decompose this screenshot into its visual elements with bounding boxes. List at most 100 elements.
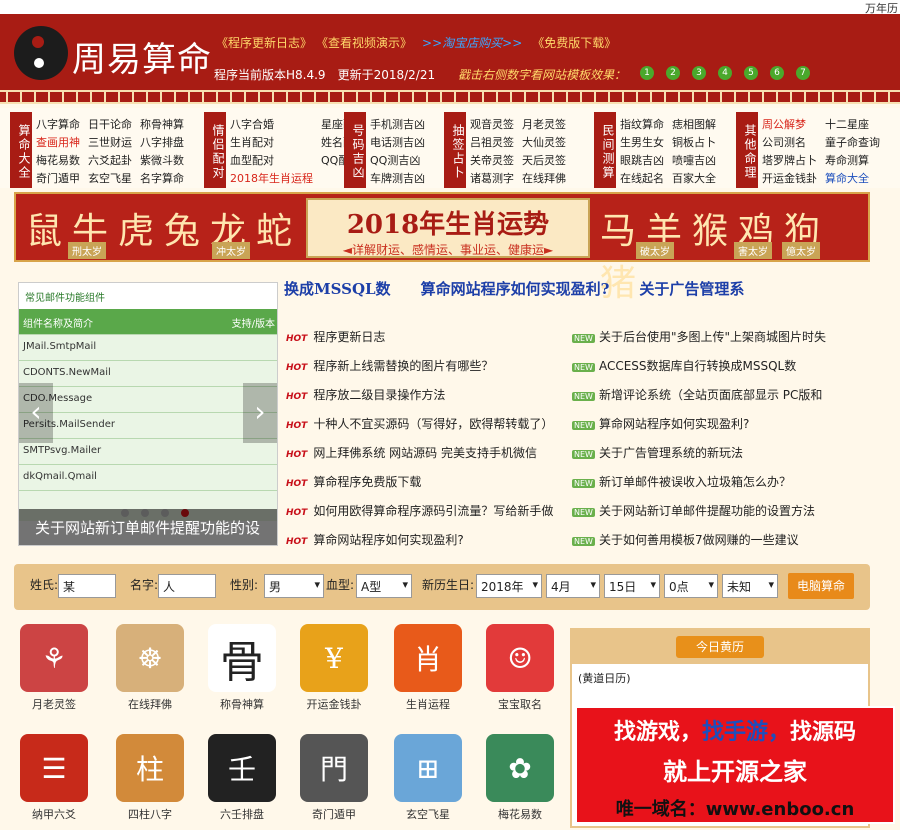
nav-link[interactable]: 寿命测算 bbox=[825, 152, 880, 168]
nav-link[interactable]: 奇门遁甲 bbox=[36, 170, 80, 186]
nav-link[interactable]: 铜板占卜 bbox=[672, 134, 716, 150]
ad-banner[interactable]: 找游戏，找手游，找源码 就上开源之家 唯一域名：www.enboo.cn bbox=[575, 706, 895, 824]
hour-select[interactable]: 0点 bbox=[664, 574, 718, 598]
template-dot-2[interactable]: 2 bbox=[666, 66, 680, 80]
list-item[interactable]: HOT 十种人不宜买源码（写得好，欧得帮转载了） bbox=[286, 415, 558, 444]
nav-link[interactable]: 关帝灵签 bbox=[470, 152, 514, 168]
submit-button[interactable]: 电脑算命 bbox=[788, 573, 854, 599]
template-dot-3[interactable]: 3 bbox=[692, 66, 706, 80]
nav-link[interactable]: 算命大全 bbox=[825, 170, 880, 186]
nav-link[interactable]: 眼跳吉凶 bbox=[620, 152, 664, 168]
list-item[interactable]: NEW 关于网站新订单邮件提醒功能的设置方法 bbox=[572, 502, 872, 531]
nav-link[interactable]: 天后灵签 bbox=[522, 152, 566, 168]
video-demo-link[interactable]: 《查看视频演示》 bbox=[322, 36, 412, 50]
nav-link[interactable]: 童子命查询 bbox=[825, 134, 880, 150]
template-dot-1[interactable]: 1 bbox=[640, 66, 654, 80]
nav-link[interactable]: 八字算命 bbox=[36, 116, 80, 132]
nav-link[interactable]: 查画用神 bbox=[36, 134, 80, 150]
nav-link[interactable]: 十二星座 bbox=[825, 116, 880, 132]
marquee-link[interactable]: 算命网站程序如何实现盈利? bbox=[421, 280, 610, 298]
app-yuelao[interactable]: ⚘ 月老灵签 bbox=[14, 624, 94, 720]
app-meihua[interactable]: ✿ 梅花易数 bbox=[480, 734, 560, 830]
app-najia[interactable]: ☰ 纳甲六爻 bbox=[14, 734, 94, 830]
nav-link[interactable]: 吕祖灵签 bbox=[470, 134, 514, 150]
zodiac-banner[interactable]: 鼠牛虎兔龙蛇 马羊猴鸡狗猪 2018年生肖运势 ◄详解财运、感情运、事业运、健康… bbox=[14, 192, 870, 304]
nav-link[interactable]: 指纹算命 bbox=[620, 116, 664, 132]
list-item[interactable]: NEW 算命网站程序如何实现盈利? bbox=[572, 415, 872, 444]
nav-link[interactable]: 生肖配对 bbox=[230, 134, 313, 150]
app-sizhu[interactable]: 柱四柱八字 bbox=[110, 734, 190, 830]
nav-link[interactable]: 三世财运 bbox=[88, 134, 132, 150]
app-liuren[interactable]: 壬六壬排盘 bbox=[202, 734, 282, 830]
nav-link[interactable]: 月老灵签 bbox=[522, 116, 566, 132]
logo[interactable]: 周易算命 bbox=[14, 22, 214, 86]
taobao-link[interactable]: >>淘宝店购买>> bbox=[422, 36, 522, 50]
marquee-link[interactable]: 关于广告管理系 bbox=[639, 280, 744, 298]
nav-link[interactable]: 观音灵签 bbox=[470, 116, 514, 132]
nav-link[interactable]: 在线拜佛 bbox=[522, 170, 566, 186]
nav-link[interactable]: 在线起名 bbox=[620, 170, 664, 186]
template-dot-7[interactable]: 7 bbox=[796, 66, 810, 80]
gender-select[interactable]: 男 bbox=[264, 574, 324, 598]
image-slider[interactable]: 常见邮件功能组件 组件名称及简介 支持/版本 JMail.SmtpMail CDO… bbox=[18, 282, 278, 546]
nav-link[interactable]: 血型配对 bbox=[230, 152, 313, 168]
slider-next-button[interactable]: › bbox=[243, 383, 277, 443]
app-qimen[interactable]: 門奇门遁甲 bbox=[294, 734, 374, 830]
nav-link[interactable]: 诸葛测字 bbox=[470, 170, 514, 186]
nav-link[interactable]: 大仙灵签 bbox=[522, 134, 566, 150]
blood-select[interactable]: A型 bbox=[356, 574, 412, 598]
list-item[interactable]: HOT 程序放二级目录操作方法 bbox=[286, 386, 558, 415]
template-dot-6[interactable]: 6 bbox=[770, 66, 784, 80]
nav-link[interactable]: 称骨神算 bbox=[140, 116, 184, 132]
list-item[interactable]: NEW 关于如何善用模板7做网赚的一些建议 bbox=[572, 531, 872, 560]
changelog-link[interactable]: 《程序更新日志》 bbox=[216, 36, 312, 50]
list-item[interactable]: HOT 程序新上线需替换的图片有哪些？ bbox=[286, 357, 558, 386]
name-input[interactable]: 人 bbox=[158, 574, 216, 598]
list-item[interactable]: HOT 程序更新日志 bbox=[286, 328, 558, 357]
nav-link[interactable]: 电话测吉凶 bbox=[370, 134, 425, 150]
app-shengxiao[interactable]: 肖生肖运程 bbox=[388, 624, 468, 720]
list-item[interactable]: HOT 算命程序免费版下载 bbox=[286, 473, 558, 502]
list-item[interactable]: HOT 如何用欧得算命程序源码引流量？写给新手做 bbox=[286, 502, 558, 531]
nav-link[interactable]: 生男生女 bbox=[620, 134, 664, 150]
nav-link[interactable]: 喷嚏吉凶 bbox=[672, 152, 716, 168]
list-item[interactable]: NEW 新订单邮件被误收入垃圾箱怎么办？ bbox=[572, 473, 872, 502]
nav-link[interactable]: 日干论命 bbox=[88, 116, 132, 132]
nav-link[interactable]: 手机测吉凶 bbox=[370, 116, 425, 132]
nav-link[interactable]: 车牌测吉凶 bbox=[370, 170, 425, 186]
template-dot-4[interactable]: 4 bbox=[718, 66, 732, 80]
nav-link[interactable]: 六爻起卦 bbox=[88, 152, 132, 168]
day-select[interactable]: 15日 bbox=[604, 574, 660, 598]
surname-input[interactable]: 某 bbox=[58, 574, 116, 598]
nav-link[interactable]: 名字算命 bbox=[140, 170, 184, 186]
nav-link[interactable]: 梅花易数 bbox=[36, 152, 80, 168]
nav-link[interactable]: 百家大全 bbox=[672, 170, 716, 186]
nav-link[interactable]: 痣相图解 bbox=[672, 116, 716, 132]
nav-link[interactable]: 开运金钱卦 bbox=[762, 170, 817, 186]
nav-link[interactable]: 周公解梦 bbox=[762, 116, 817, 132]
app-chenggu[interactable]: 骨称骨神算 bbox=[202, 624, 282, 720]
nav-link[interactable]: 八字排盘 bbox=[140, 134, 184, 150]
nav-link[interactable]: 八字合婚 bbox=[230, 116, 313, 132]
list-item[interactable]: HOT 网上拜佛系统 网站源码 完美支持手机微信 bbox=[286, 444, 558, 473]
slider-prev-button[interactable]: ‹ bbox=[19, 383, 53, 443]
year-select[interactable]: 2018年 bbox=[476, 574, 542, 598]
nav-link[interactable]: 塔罗牌占卜 bbox=[762, 152, 817, 168]
minute-select[interactable]: 未知 bbox=[722, 574, 778, 598]
app-xuankong[interactable]: ⊞ 玄空飞星 bbox=[388, 734, 468, 830]
marquee-link[interactable]: 换成MSSQL数 bbox=[284, 280, 391, 298]
nav-link[interactable]: 玄空飞星 bbox=[88, 170, 132, 186]
nav-link[interactable]: 公司测名 bbox=[762, 134, 817, 150]
nav-link[interactable]: 紫微斗数 bbox=[140, 152, 184, 168]
free-download-link[interactable]: 《免费版下载》 bbox=[532, 36, 616, 50]
list-item[interactable]: NEW 新增评论系统（全站页面底部显示 PC版和 bbox=[572, 386, 872, 415]
template-dot-5[interactable]: 5 bbox=[744, 66, 758, 80]
list-item[interactable]: NEW 关于后台使用"多图上传"上架商城图片时失 bbox=[572, 328, 872, 357]
app-baifo[interactable]: ☸ 在线拜佛 bbox=[110, 624, 190, 720]
list-item[interactable]: NEW 关于广告管理系统的新玩法 bbox=[572, 444, 872, 473]
month-select[interactable]: 4月 bbox=[546, 574, 600, 598]
app-qianqian[interactable]: ¥ 开运金钱卦 bbox=[294, 624, 374, 720]
slider-caption[interactable]: 关于网站新订单邮件提醒功能的设 bbox=[19, 509, 277, 545]
list-item[interactable]: NEW ACCESS数据库自行转换成MSSQL数 bbox=[572, 357, 872, 386]
nav-link[interactable]: 2018年生肖运程 bbox=[230, 170, 313, 186]
